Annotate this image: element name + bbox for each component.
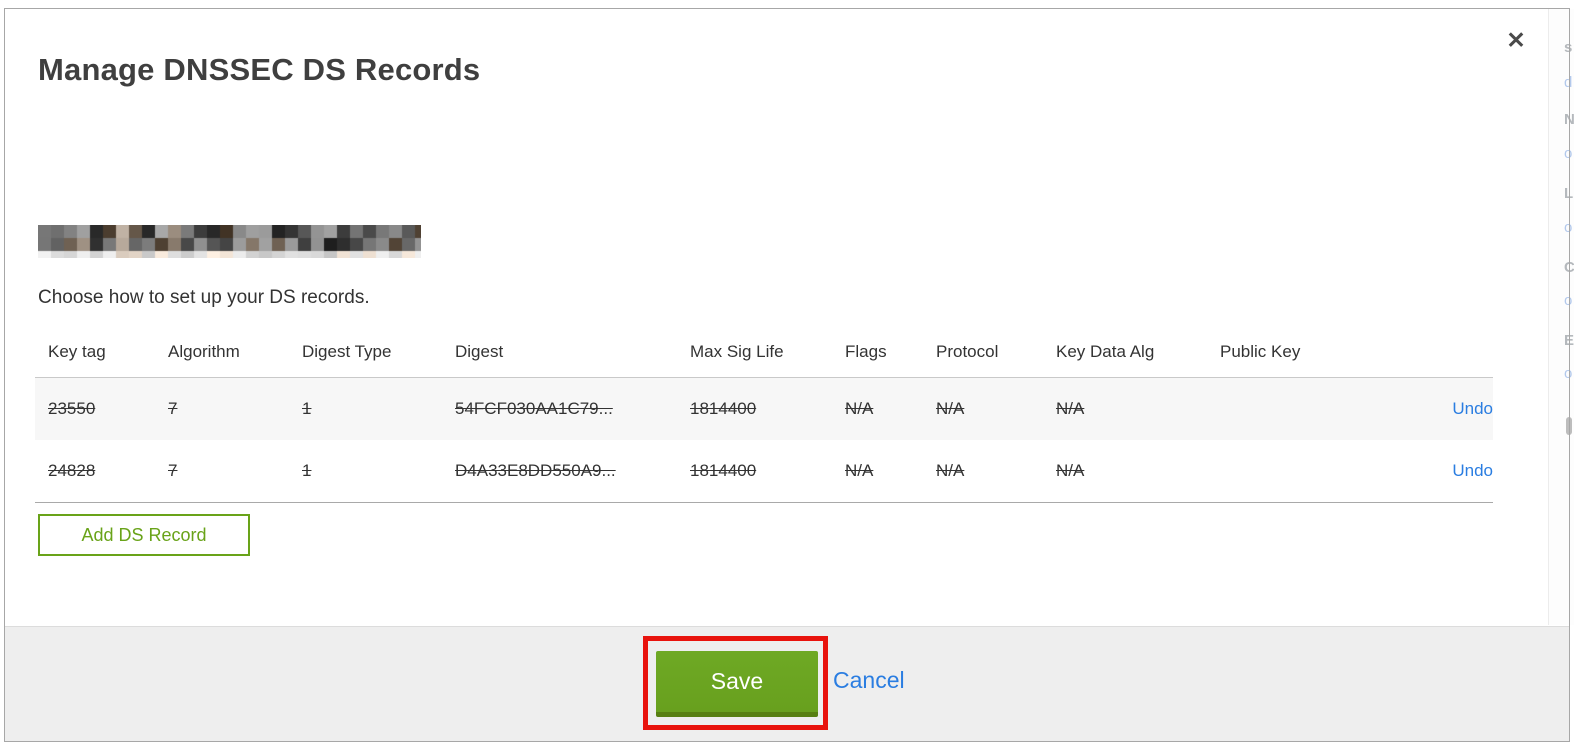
cell-digest: D4A33E8DD550A9...	[442, 440, 677, 503]
background-text-fragment: C	[1564, 259, 1574, 276]
cell-algorithm: 7	[168, 399, 178, 418]
column-header-flags: Flags	[832, 332, 923, 378]
background-text-fragment: o	[1564, 145, 1573, 162]
cell-flags: N/A	[832, 440, 923, 503]
table-row: 24828 7 1 D4A33E8DD550A9... 1814400 N/A N/A N/A…	[35, 440, 1493, 503]
background-text-fragment: E	[1564, 332, 1574, 349]
cell-public-key	[1207, 440, 1387, 503]
cell-algorithm: 7	[155, 440, 289, 503]
background-page-sliver: sdNoLoCoEo	[1549, 9, 1574, 625]
cancel-link[interactable]: Cancel	[833, 667, 905, 694]
background-text-fragment: L	[1564, 185, 1574, 202]
cell-action: Undo	[1387, 378, 1493, 441]
background-text-fragment: s	[1564, 39, 1573, 56]
cell-digest-type: 1	[302, 399, 312, 418]
add-ds-record-button[interactable]: Add DS Record	[38, 514, 250, 556]
cell-digest-type: 1	[289, 440, 442, 503]
subtitle: Choose how to set up your DS records.	[38, 287, 370, 308]
cell-protocol: N/A	[936, 399, 965, 418]
column-header-key-tag: Key tag	[35, 332, 155, 378]
cell-flags: N/A	[845, 399, 874, 418]
column-header-key-data-alg: Key Data Alg	[1043, 332, 1207, 378]
redacted-domain-name	[38, 225, 421, 258]
background-text-fragment: o	[1564, 365, 1573, 382]
undo-link[interactable]: Undo	[1452, 461, 1493, 480]
cell-key-data-alg: N/A	[1056, 399, 1085, 418]
background-text-fragment: o	[1564, 292, 1573, 309]
cell-key-data-alg: N/A	[1043, 440, 1207, 503]
cell-public-key	[1207, 378, 1387, 441]
column-header-digest: Digest	[442, 332, 677, 378]
background-text-fragment: d	[1564, 74, 1573, 91]
cell-digest: 54FCF030AA1C79...	[455, 399, 613, 418]
column-header-algorithm: Algorithm	[155, 332, 289, 378]
ds-records-table: Key tag Algorithm Digest Type Digest Max Sig…	[35, 332, 1493, 503]
column-header-max-sig-life: Max Sig Life	[677, 332, 832, 378]
cell-key-tag: 24828	[35, 440, 155, 503]
table-header-row: Key tag Algorithm Digest Type Digest Max Sig…	[35, 332, 1493, 378]
table-row: 23550 7 1 54FCF030AA1C79... 1814400 N/A N/A N/A…	[35, 377, 1493, 441]
undo-link[interactable]: Undo	[1452, 399, 1493, 418]
background-text-fragment: o	[1564, 219, 1573, 236]
cell-max-sig-life: 1814400	[690, 399, 757, 418]
column-header-digest-type: Digest Type	[289, 332, 442, 378]
column-header-action	[1387, 332, 1493, 378]
cell-key-tag: 23550	[48, 399, 96, 418]
column-header-public-key: Public Key	[1207, 332, 1387, 378]
cell-protocol: N/A	[923, 440, 1043, 503]
cell-max-sig-life: 1814400	[677, 440, 832, 503]
cell-action: Undo	[1387, 440, 1493, 503]
background-text-fragment: N	[1564, 111, 1574, 128]
page-title: Manage DNSSEC DS Records	[38, 51, 481, 87]
manage-dnssec-ds-records-modal: Manage DNSSEC DS Records ✕ Choose how to…	[0, 0, 1574, 746]
close-icon[interactable]: ✕	[1498, 22, 1534, 56]
column-header-protocol: Protocol	[923, 332, 1043, 378]
scrollbar-thumb[interactable]	[1566, 417, 1572, 435]
save-button[interactable]: Save	[656, 651, 818, 717]
